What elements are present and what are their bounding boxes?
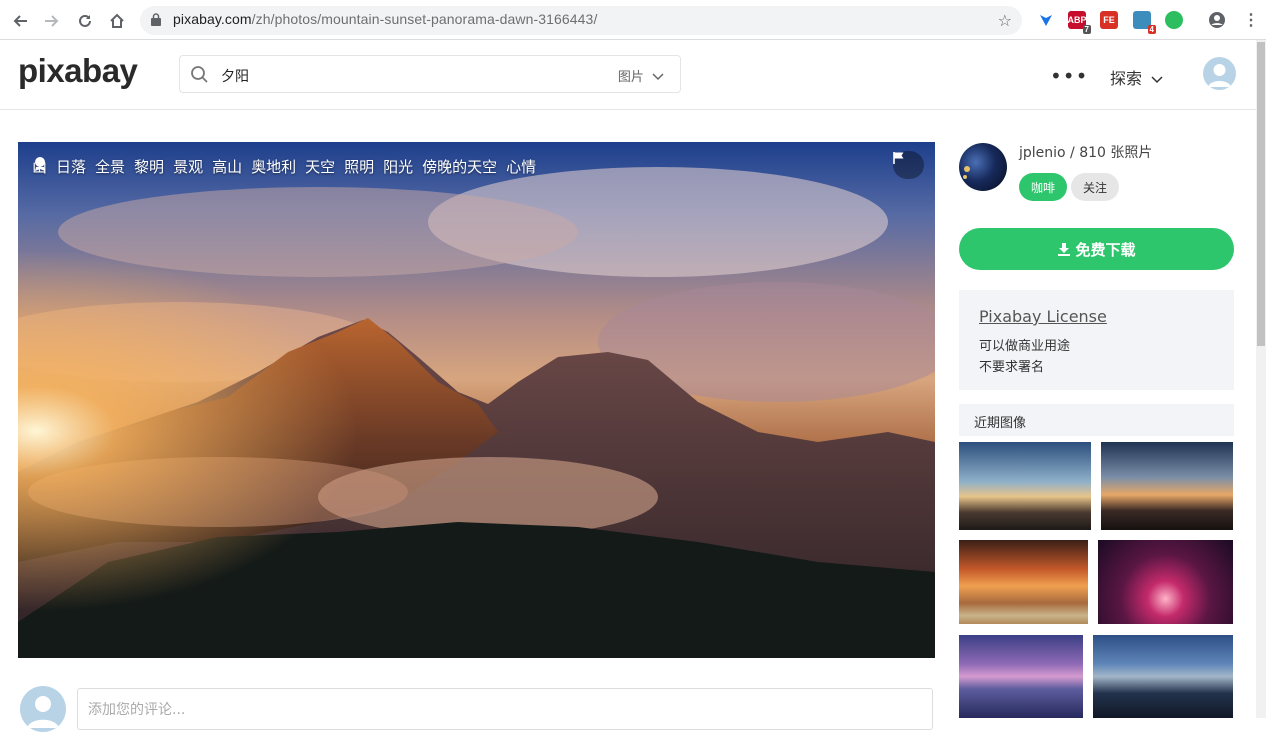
profile-icon[interactable]: [1208, 11, 1226, 29]
license-commercial-use: 可以做商业用途: [979, 339, 1071, 354]
download-icon: [1058, 243, 1071, 256]
comment-avatar: [20, 686, 66, 732]
recent-image-thumbnail[interactable]: [959, 442, 1091, 530]
browser-toolbar: pixabay.com/zh/photos/mountain-sunset-pa…: [0, 0, 1266, 40]
extension-label: FE: [1103, 15, 1115, 25]
puzzle-icon[interactable]: 4: [1133, 11, 1156, 34]
license-no-attribution: 不要求署名: [979, 360, 1045, 375]
photo-tag[interactable]: 照明: [344, 156, 374, 177]
fe-icon[interactable]: FE: [1100, 11, 1118, 29]
recent-image-thumbnail[interactable]: [1098, 540, 1233, 624]
bookmark-star-icon[interactable]: ☆: [998, 11, 1012, 30]
home-icon[interactable]: [106, 10, 128, 32]
chevron-down-icon: [652, 73, 664, 81]
evernote-icon[interactable]: [1165, 11, 1183, 29]
search-bar[interactable]: 夕阳 图片: [179, 55, 681, 93]
recent-image-thumbnail[interactable]: [1101, 442, 1233, 530]
search-type-select[interactable]: 图片: [618, 66, 664, 85]
pixabay-logo[interactable]: pixabay: [18, 52, 138, 90]
main-photo[interactable]: 山日落全景黎明景观高山奥地利天空照明阳光傍晚的天空心情: [18, 142, 935, 658]
extension-badge: 7: [1082, 25, 1091, 34]
photo-tag[interactable]: 心情: [506, 156, 536, 177]
search-icon: [191, 66, 208, 83]
photo-tag[interactable]: 阳光: [383, 156, 413, 177]
coffee-button[interactable]: 咖啡: [1019, 173, 1067, 201]
reload-icon[interactable]: [74, 10, 96, 32]
photo-tag[interactable]: 奥地利: [251, 156, 296, 177]
menu-kebab-icon[interactable]: ⋮: [1242, 11, 1260, 29]
chevron-down-icon: [1151, 76, 1163, 84]
forward-icon[interactable]: [41, 10, 63, 32]
url-text: pixabay.com/zh/photos/mountain-sunset-pa…: [173, 11, 598, 27]
photo-tag[interactable]: 天空: [305, 156, 335, 177]
explore-menu[interactable]: 探索: [1110, 65, 1163, 89]
adblock-icon[interactable]: ABP 7: [1067, 11, 1091, 34]
author-avatar[interactable]: [959, 143, 1007, 191]
extension-badge: 4: [1147, 25, 1156, 34]
site-header: pixabay 夕阳 图片 ••• 探索: [0, 40, 1256, 110]
follow-button[interactable]: 关注: [1071, 173, 1119, 201]
comment-input[interactable]: 添加您的评论...: [77, 688, 933, 730]
photo-tag[interactable]: 高山: [212, 156, 242, 177]
flag-icon: [893, 152, 904, 164]
back-icon[interactable]: [9, 10, 31, 32]
recent-image-thumbnail[interactable]: [959, 635, 1083, 718]
search-input[interactable]: 夕阳: [221, 66, 249, 86]
photo-tag[interactable]: 日落: [56, 156, 86, 177]
tag-icon: [35, 157, 45, 171]
extension-label: ABP: [1067, 15, 1087, 25]
user-avatar[interactable]: [1203, 57, 1236, 90]
more-menu-button[interactable]: •••: [1050, 64, 1088, 88]
free-download-button[interactable]: 免费下载: [959, 228, 1234, 270]
mountain-photo-illustration: [18, 142, 935, 658]
address-bar[interactable]: pixabay.com/zh/photos/mountain-sunset-pa…: [140, 6, 1022, 35]
page-scrollbar[interactable]: [1256, 40, 1266, 718]
report-flag-button[interactable]: [893, 151, 924, 179]
photo-tag[interactable]: 全景: [95, 156, 125, 177]
recent-images-heading: 近期图像: [959, 404, 1234, 436]
photo-tag[interactable]: 黎明: [134, 156, 164, 177]
recent-image-thumbnail[interactable]: [959, 540, 1088, 624]
photo-tag[interactable]: 景观: [173, 156, 203, 177]
license-panel: Pixabay License 可以做商业用途 不要求署名: [959, 290, 1234, 390]
tag-bar: 山日落全景黎明景观高山奥地利天空照明阳光傍晚的天空心情: [32, 156, 536, 177]
author-name-link[interactable]: jplenio / 810 张照片: [1019, 142, 1152, 162]
recent-image-thumbnail[interactable]: [1093, 635, 1233, 718]
license-link[interactable]: Pixabay License: [979, 307, 1107, 326]
photo-tag[interactable]: 傍晚的天空: [422, 156, 497, 177]
vpn-shield-icon[interactable]: [1037, 11, 1055, 29]
lock-icon: [151, 13, 161, 26]
